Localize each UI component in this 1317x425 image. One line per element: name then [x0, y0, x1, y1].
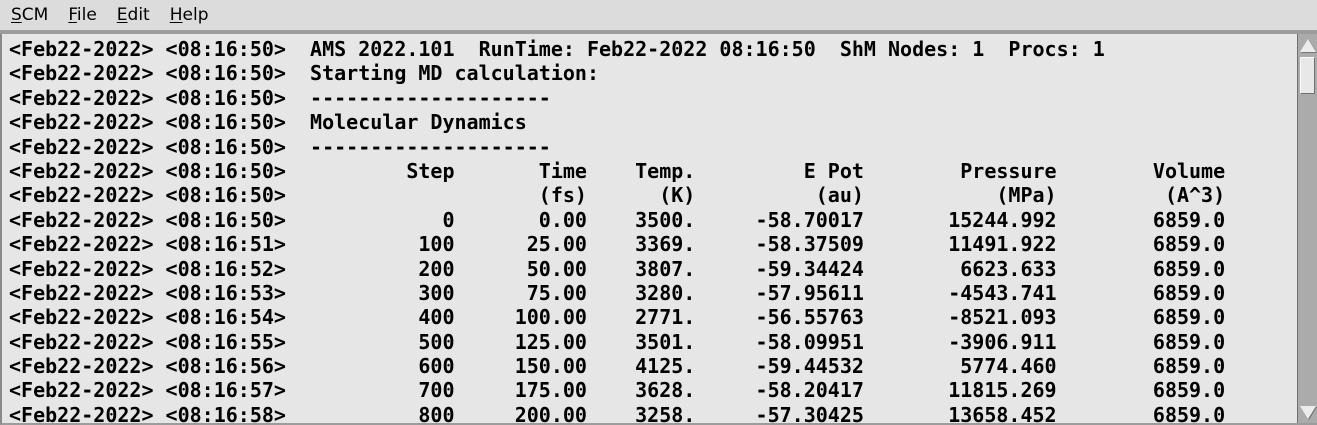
menu-scm[interactable]: SCM [1, 1, 58, 30]
log-line: <Feb22-2022> <08:16:50> 0 0.00 3500. -58… [9, 208, 1297, 232]
scrollbar-thumb[interactable] [1300, 57, 1315, 94]
arrow-down-icon [1300, 406, 1316, 419]
log-line: <Feb22-2022> <08:16:52> 200 50.00 3807. … [9, 257, 1297, 281]
log-line: <Feb22-2022> <08:16:50> AMS 2022.101 Run… [9, 37, 1297, 61]
scrollbar-down-button[interactable] [1298, 402, 1317, 422]
menubar: SCMFileEditHelp [0, 0, 1317, 34]
log-line: <Feb22-2022> <08:16:50> Starting MD calc… [9, 61, 1297, 85]
log-line: <Feb22-2022> <08:16:58> 800 200.00 3258.… [9, 403, 1297, 423]
content-area: <Feb22-2022> <08:16:50> AMS 2022.101 Run… [0, 34, 1317, 425]
vertical-scrollbar[interactable] [1297, 34, 1317, 423]
logfile-window: SCMFileEditHelp <Feb22-2022> <08:16:50> … [0, 0, 1317, 425]
log-line: <Feb22-2022> <08:16:50> Step Time Temp. … [9, 159, 1297, 183]
log-line: <Feb22-2022> <08:16:50> (fs) (K) (au) (M… [9, 183, 1297, 207]
log-line: <Feb22-2022> <08:16:50> Molecular Dynami… [9, 110, 1297, 134]
menu-file[interactable]: File [58, 1, 106, 30]
arrow-up-icon [1300, 39, 1316, 52]
menu-edit[interactable]: Edit [107, 1, 160, 30]
log-line: <Feb22-2022> <08:16:50> ----------------… [9, 135, 1297, 159]
log-line: <Feb22-2022> <08:16:53> 300 75.00 3280. … [9, 281, 1297, 305]
log-text-area[interactable]: <Feb22-2022> <08:16:50> AMS 2022.101 Run… [2, 34, 1297, 423]
log-line: <Feb22-2022> <08:16:50> ----------------… [9, 86, 1297, 110]
log-line: <Feb22-2022> <08:16:51> 100 25.00 3369. … [9, 232, 1297, 256]
menu-help[interactable]: Help [160, 1, 219, 30]
scrollbar-up-button[interactable] [1298, 35, 1317, 55]
log-line: <Feb22-2022> <08:16:55> 500 125.00 3501.… [9, 330, 1297, 354]
log-line: <Feb22-2022> <08:16:54> 400 100.00 2771.… [9, 305, 1297, 329]
log-line: <Feb22-2022> <08:16:56> 600 150.00 4125.… [9, 354, 1297, 378]
log-line: <Feb22-2022> <08:16:57> 700 175.00 3628.… [9, 378, 1297, 402]
